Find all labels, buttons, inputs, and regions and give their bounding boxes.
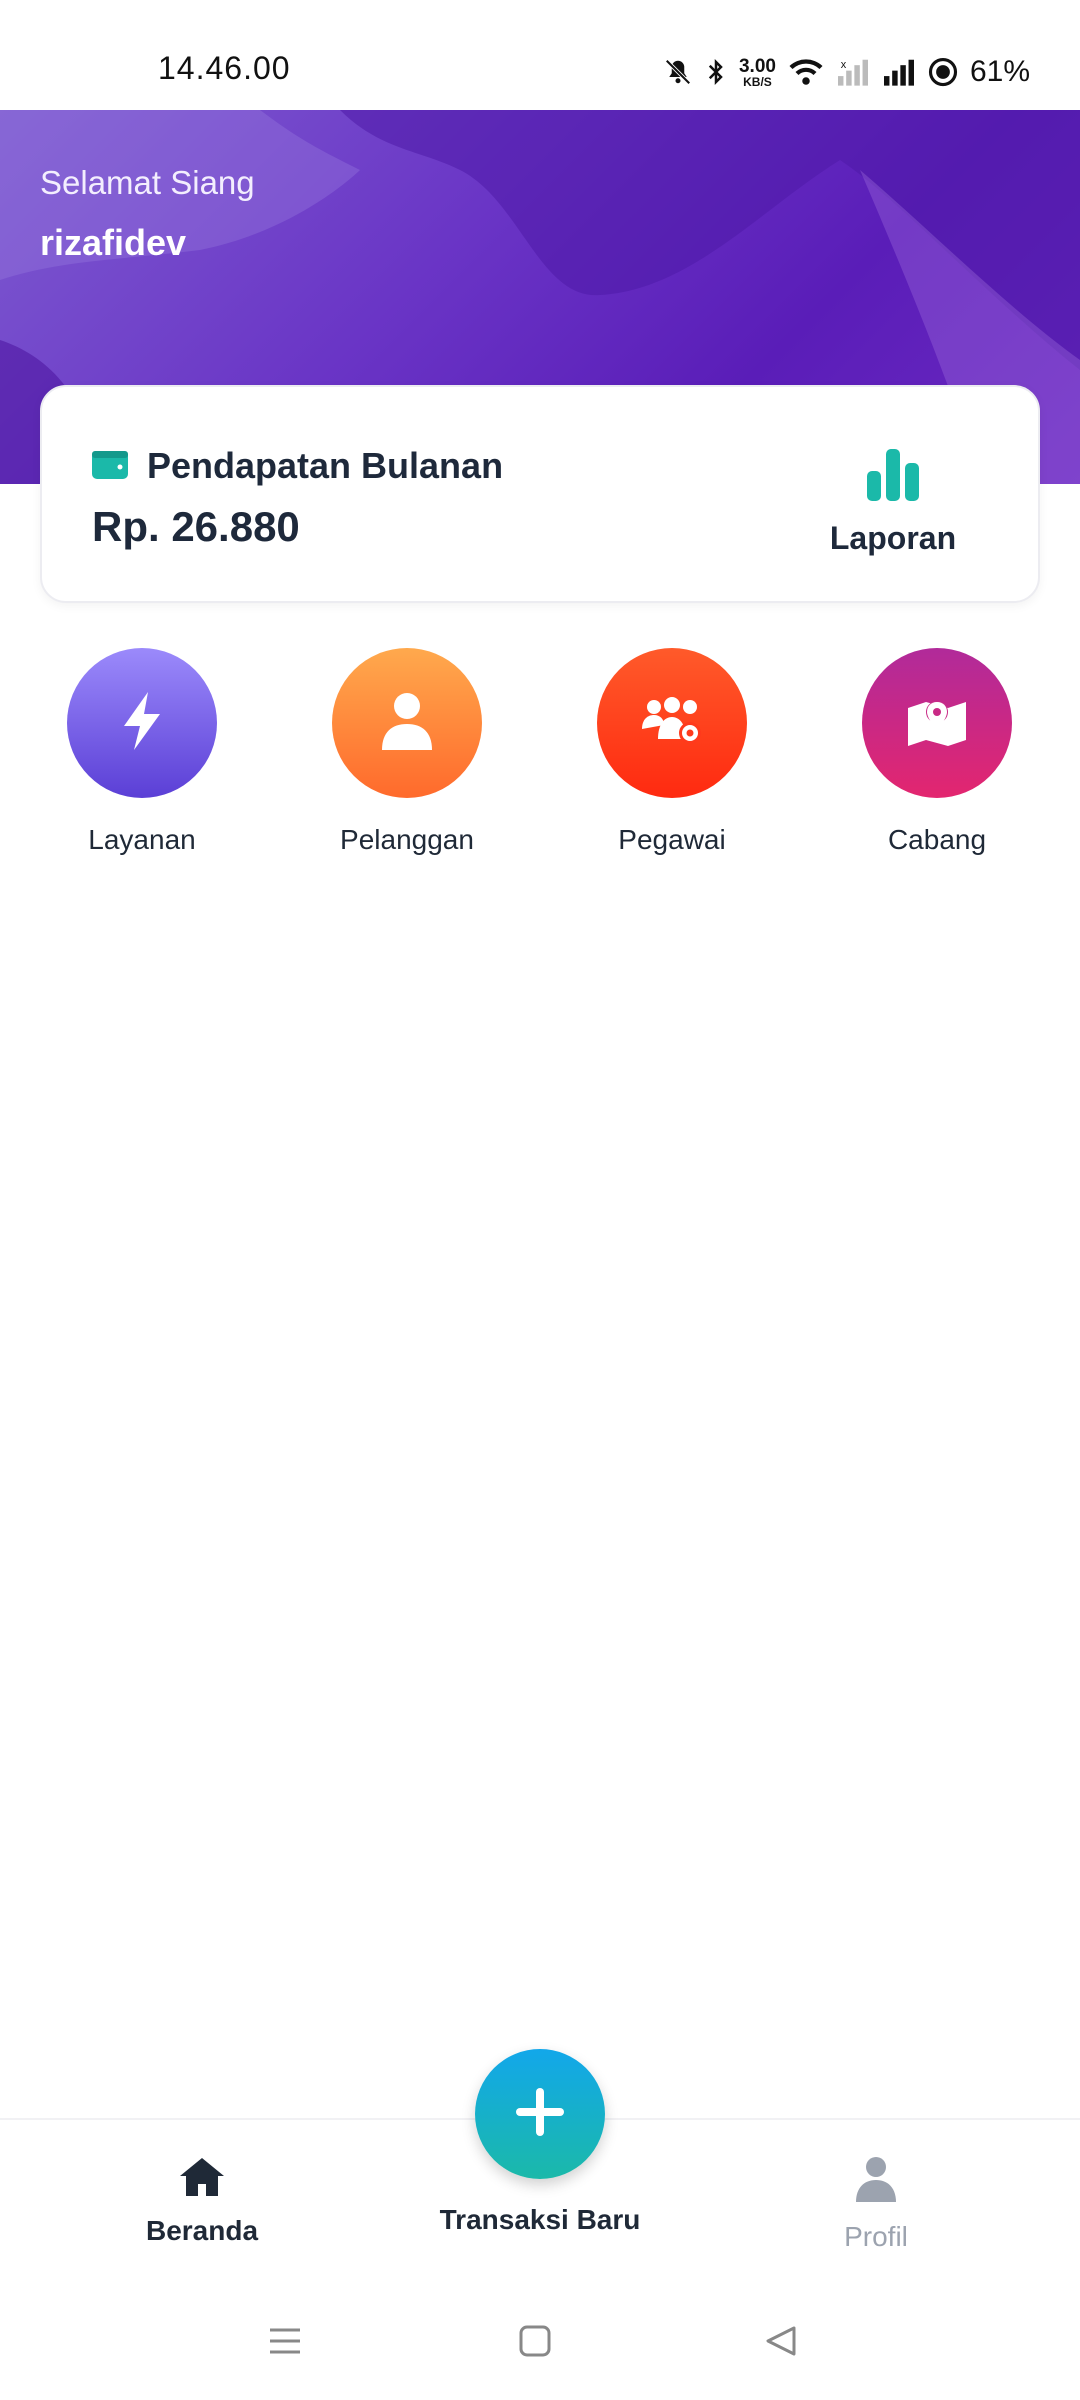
bluetooth-icon: [705, 57, 727, 87]
monthly-income-card[interactable]: Pendapatan Bulanan Rp. 26.880 Laporan: [40, 385, 1040, 603]
nav-label-profil: Profil: [844, 2221, 908, 2252]
status-bar: 14.46.00 3.00 KB/S x 61%: [0, 0, 1080, 110]
cabang-circle: [862, 648, 1012, 798]
wallet-icon: [92, 449, 128, 484]
map-pin-icon: [906, 694, 968, 753]
menu-label: Pelanggan: [340, 824, 474, 855]
profile-icon: [854, 2156, 898, 2207]
menu-label: Pegawai: [618, 824, 726, 855]
nav-label-beranda: Beranda: [145, 2215, 259, 2246]
pegawai-circle: [597, 648, 747, 798]
net-speed: 3.00 KB/S: [739, 57, 776, 88]
battery-level: 61%: [969, 55, 1030, 88]
new-transaction-label: Transaksi Baru: [439, 2204, 641, 2235]
report-label: Laporan: [829, 520, 957, 556]
pelanggan-circle: [332, 648, 482, 798]
battery-ring-icon: [928, 57, 958, 87]
plus-icon: [514, 2086, 566, 2143]
net-speed-unit: KB/S: [743, 74, 772, 89]
menu-label: Layanan: [88, 824, 196, 855]
menu-item-layanan[interactable]: Layanan: [42, 648, 242, 856]
bar-chart-icon: [865, 447, 921, 506]
bolt-icon: [116, 690, 168, 757]
income-value: Rp. 26.880: [92, 503, 300, 550]
signal-icon: [882, 57, 916, 87]
income-label: Pendapatan Bulanan: [147, 445, 504, 486]
nav-item-profil[interactable]: Profil: [766, 2156, 986, 2253]
wifi-icon: [788, 57, 824, 87]
greeting-text: Selamat Siang: [40, 164, 255, 201]
svg-text:x: x: [841, 59, 847, 71]
username: rizafidev: [40, 222, 187, 263]
menu-lines-icon[interactable]: [268, 2324, 302, 2363]
back-triangle-icon[interactable]: [764, 2324, 798, 2363]
team-gear-icon: [640, 695, 704, 752]
home-icon: [178, 2156, 226, 2201]
signal-weak-icon: x: [836, 57, 870, 87]
system-navigation-bar: [0, 2288, 1080, 2400]
menu-label: Cabang: [887, 824, 987, 855]
menu-item-pelanggan[interactable]: Pelanggan: [307, 648, 507, 856]
user-icon: [380, 692, 434, 755]
menu-item-cabang[interactable]: Cabang: [837, 648, 1037, 856]
report-button[interactable]: Laporan: [818, 447, 968, 557]
status-icons: 3.00 KB/S x 61%: [663, 50, 1030, 94]
home-square-icon[interactable]: [518, 2324, 552, 2363]
menu-item-pegawai[interactable]: Pegawai: [572, 648, 772, 856]
status-time: 14.46.00: [158, 50, 291, 86]
net-speed-value: 3.00: [738, 55, 776, 77]
quick-menu: Layanan Pelanggan Pegawai Cabang: [0, 648, 1080, 868]
nav-item-beranda[interactable]: Beranda: [92, 2156, 312, 2247]
mute-bell-icon: [663, 57, 693, 87]
layanan-circle: [67, 648, 217, 798]
new-transaction-button[interactable]: [475, 2049, 605, 2179]
